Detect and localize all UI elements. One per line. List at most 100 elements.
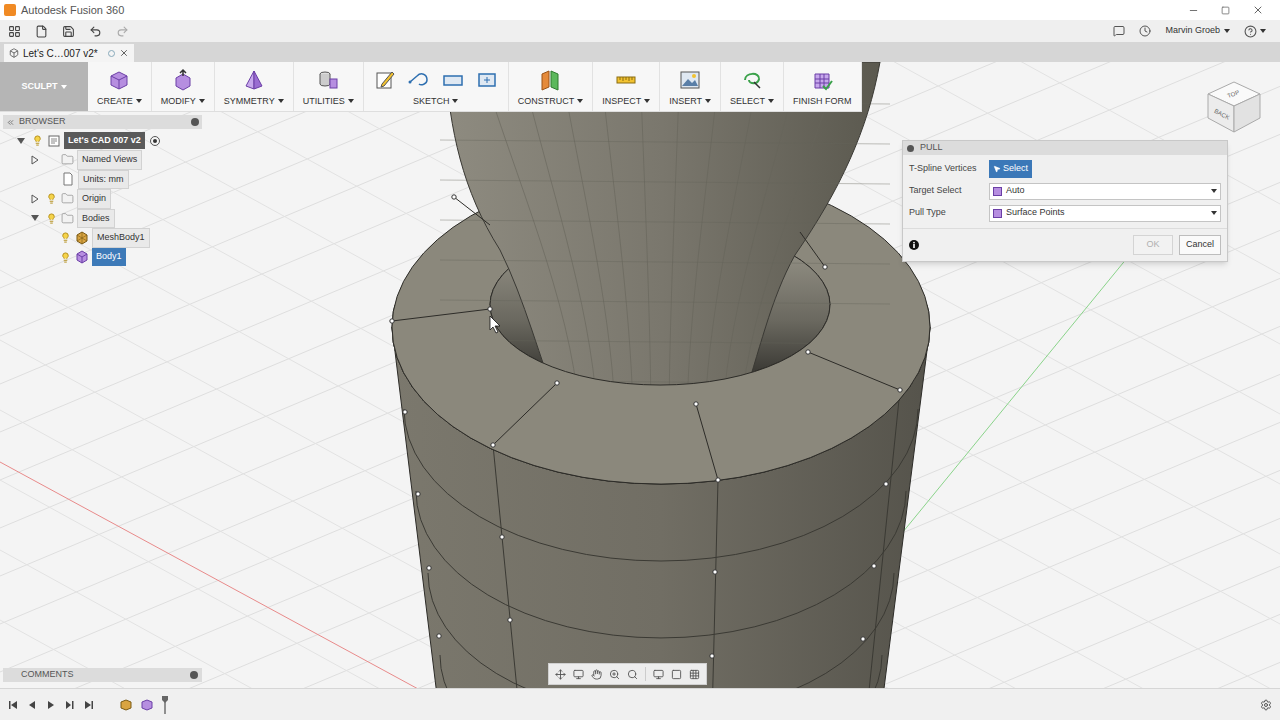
collapse-icon[interactable] <box>29 212 41 224</box>
info-icon[interactable] <box>909 240 919 250</box>
sync-icon <box>108 50 115 57</box>
timeline-settings-icon[interactable] <box>1260 699 1272 711</box>
ribbon-group[interactable]: SYMMETRY <box>215 62 294 111</box>
ribbon-tool-icon[interactable] <box>242 68 266 92</box>
browser-item[interactable]: Origin <box>3 189 202 209</box>
dropdown[interactable]: Surface Points <box>989 205 1221 222</box>
ribbon-group[interactable]: SELECT <box>721 62 784 111</box>
ribbon-group[interactable]: FINISH FORM <box>784 62 862 111</box>
visibility-icon[interactable] <box>32 135 43 146</box>
go-to-end-icon[interactable] <box>84 700 94 710</box>
ribbon-group[interactable]: CREATE <box>88 62 152 111</box>
collapse-dialog-icon[interactable] <box>907 145 914 152</box>
collapse-icon[interactable] <box>15 135 27 147</box>
help-icon[interactable] <box>1244 25 1257 38</box>
ribbon-tool-icon[interactable] <box>373 68 397 92</box>
form-feature-icon[interactable] <box>141 699 153 711</box>
grid-settings-icon[interactable] <box>689 669 700 680</box>
orbit-icon[interactable] <box>555 669 566 680</box>
ribbon-group[interactable]: UTILITIES <box>294 62 364 111</box>
design-icon <box>9 48 19 58</box>
ribbon-tool-icon[interactable] <box>407 68 431 92</box>
visibility-icon[interactable] <box>46 213 57 224</box>
folder-icon <box>61 212 74 225</box>
ribbon-group[interactable]: SKETCH <box>364 62 509 111</box>
collapse-panel-icon[interactable] <box>6 118 15 127</box>
timeline-marker-icon[interactable] <box>162 696 168 714</box>
job-status-icon[interactable] <box>1139 25 1151 37</box>
browser-item[interactable]: Named Views <box>3 150 202 170</box>
restore-icon[interactable] <box>1221 6 1230 15</box>
browser-panel: BROWSER Let's CAD 007 v2Named ViewsUnits:… <box>3 115 202 267</box>
display-settings-icon[interactable] <box>653 669 664 680</box>
ribbon-group[interactable]: INSPECT <box>593 62 660 111</box>
minimize-icon[interactable] <box>1188 5 1199 16</box>
ribbon-tool-icon[interactable] <box>475 68 499 92</box>
browser-item[interactable]: Bodies <box>3 209 202 229</box>
visibility-icon[interactable] <box>60 252 71 263</box>
comments-bar[interactable]: COMMENTS <box>3 668 202 682</box>
tspline-body-icon <box>75 250 89 264</box>
notifications-icon[interactable] <box>1113 25 1125 37</box>
play-icon[interactable] <box>46 700 56 710</box>
fit-icon[interactable] <box>627 669 638 680</box>
svg-text:TOP: TOP <box>1227 89 1241 99</box>
close-tab-icon[interactable] <box>119 48 129 58</box>
browser-item[interactable]: Body1 <box>3 248 202 267</box>
visibility-icon[interactable] <box>60 232 71 243</box>
document-tab[interactable]: Let's C…007 v2* <box>4 44 134 62</box>
visual-style-icon[interactable] <box>671 669 682 680</box>
ribbon-tool-icon[interactable] <box>614 68 638 92</box>
ribbon-tool-icon[interactable] <box>441 68 465 92</box>
dialog-header[interactable]: PULL <box>903 141 1227 155</box>
dialog-button[interactable]: Cancel <box>1179 235 1221 255</box>
add-comment-icon[interactable] <box>190 671 198 679</box>
ribbon-tool-icon[interactable] <box>538 68 562 92</box>
document-icon <box>61 172 75 186</box>
visibility-icon[interactable] <box>46 193 57 204</box>
undo-icon[interactable] <box>89 25 102 38</box>
caret-icon <box>61 85 67 89</box>
mesh-feature-icon[interactable] <box>120 699 132 711</box>
redo-icon[interactable] <box>116 25 129 38</box>
look-at-icon[interactable] <box>573 669 584 680</box>
ribbon-group[interactable]: CONSTRUCT <box>509 62 594 111</box>
browser-item[interactable]: Let's CAD 007 v2 <box>3 131 202 150</box>
step-forward-icon[interactable] <box>65 700 75 710</box>
close-icon[interactable] <box>1252 4 1264 16</box>
browser-header[interactable]: BROWSER <box>3 115 202 129</box>
save-icon[interactable] <box>62 25 75 38</box>
zoom-icon[interactable] <box>609 669 620 680</box>
browser-item[interactable]: MeshBody1 <box>3 228 202 248</box>
option-icon <box>993 209 1002 218</box>
pan-icon[interactable] <box>591 669 602 680</box>
quick-access-bar: Marvin Groeb <box>0 20 1280 42</box>
ribbon-tool-icon[interactable] <box>740 68 764 92</box>
user-menu[interactable]: Marvin Groeb <box>1165 24 1230 38</box>
workspace-switcher[interactable]: SCULPT <box>0 62 88 111</box>
data-panel-icon[interactable] <box>8 25 21 38</box>
file-menu-icon[interactable] <box>35 25 48 38</box>
expand-icon[interactable] <box>29 154 41 166</box>
view-cube[interactable]: TOPBACK <box>1200 72 1266 138</box>
ribbon-tool-icon[interactable] <box>171 68 195 92</box>
ribbon-tool-icon[interactable] <box>316 68 340 92</box>
ribbon-tool-icon[interactable] <box>107 68 131 92</box>
step-back-icon[interactable] <box>27 700 37 710</box>
caret-icon <box>705 99 711 103</box>
pin-icon[interactable] <box>191 118 199 126</box>
go-to-start-icon[interactable] <box>8 700 18 710</box>
fusion-window: Autodesk Fusion 360Marvin GroebLet's C…0… <box>0 0 1280 720</box>
select-button[interactable]: Select <box>989 160 1032 178</box>
expand-icon[interactable] <box>29 193 41 205</box>
caret-icon <box>348 99 354 103</box>
browser-item[interactable]: Units: mm <box>3 170 202 190</box>
caret-icon <box>199 99 205 103</box>
activate-radio-icon[interactable] <box>150 136 160 146</box>
ribbon-tool-icon[interactable] <box>678 68 702 92</box>
dropdown[interactable]: Auto <box>989 183 1221 200</box>
viewport[interactable]: SCULPTCREATEMODIFYSYMMETRYUTILITIESSKETC… <box>0 62 1280 688</box>
ribbon-tool-icon[interactable] <box>810 68 834 92</box>
ribbon-group[interactable]: MODIFY <box>152 62 215 111</box>
ribbon-group[interactable]: INSERT <box>660 62 721 111</box>
